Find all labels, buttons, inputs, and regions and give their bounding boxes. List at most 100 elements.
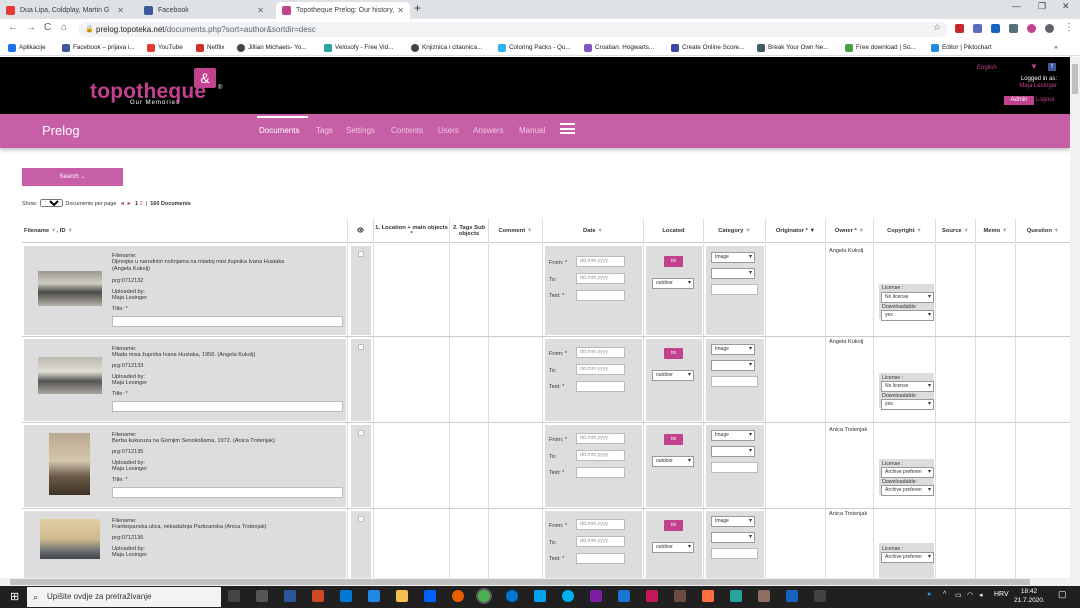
located-no-button[interactable]: no [664, 520, 683, 531]
located-select[interactable]: outdoor [652, 542, 694, 553]
horizontal-scroll-thumb[interactable] [10, 579, 1030, 585]
nav-tags[interactable]: Tags [316, 126, 333, 135]
nav-contents[interactable]: Contents [391, 126, 423, 135]
close-window-icon[interactable]: ✕ [1062, 1, 1070, 12]
date-text-input[interactable] [576, 553, 625, 564]
col-question[interactable]: Question ▼ [1016, 219, 1070, 243]
col-located[interactable]: Located [644, 219, 704, 243]
date-to-input[interactable]: dd.mm.yyyy [576, 536, 625, 547]
nav-manual[interactable]: Manual [519, 126, 545, 135]
tab-facebook[interactable]: Facebook ✕ [138, 2, 270, 19]
bookmark-youtube[interactable]: YouTube [147, 42, 183, 53]
bookmark-free-download[interactable]: Free download | So... [845, 42, 916, 53]
located-no-button[interactable]: no [664, 348, 683, 359]
taskbar-search-input[interactable]: ⌕ Upišite ovdje za pretraživanje [27, 587, 221, 607]
date-to-input[interactable]: dd.mm.yyyy [576, 364, 625, 375]
puzzle-icon[interactable] [1009, 24, 1018, 33]
bookmark-velosofy[interactable]: Velosofy - Free Vid... [324, 42, 393, 53]
app-icon[interactable] [256, 590, 268, 602]
bookmark-score[interactable]: Create Online Score... [671, 42, 744, 53]
powerpoint-icon[interactable] [312, 590, 324, 602]
bookmark-netflix[interactable]: Netflix [196, 42, 225, 53]
firefox-icon[interactable] [452, 590, 464, 602]
edge-icon[interactable] [506, 590, 518, 602]
bookmark-facebook[interactable]: Facebook – prijava i... [62, 42, 135, 53]
wifi-icon[interactable]: ◠ [967, 591, 973, 599]
help-icon[interactable]: ● [927, 591, 931, 598]
document-thumbnail[interactable] [38, 357, 102, 394]
close-tab-icon[interactable]: ✕ [397, 2, 404, 19]
skype-icon[interactable] [562, 590, 574, 602]
close-tab-icon[interactable]: ✕ [117, 2, 124, 19]
col-comment[interactable]: Comment ▼ [489, 219, 543, 243]
app-icon[interactable] [618, 590, 630, 602]
date-text-input[interactable] [576, 381, 625, 392]
bookmark-knjiznica[interactable]: Knjiznica i citaonica... [411, 42, 482, 53]
task-view-icon[interactable] [228, 590, 240, 602]
col-copyright[interactable]: Copyright ▼ [874, 219, 936, 243]
located-select[interactable]: outdoor [652, 370, 694, 381]
bookmark-star-icon[interactable]: ☆ [933, 22, 941, 33]
bookmark-croatian[interactable]: Croatian: Hogwarts... [584, 42, 654, 53]
dropbox-icon[interactable] [424, 590, 436, 602]
extension-icon[interactable] [955, 24, 964, 33]
facebook-icon[interactable]: f [1048, 63, 1056, 71]
license-select[interactable]: No license [881, 381, 934, 392]
bookmark-break[interactable]: Break Your Own Ne... [757, 42, 829, 53]
col-filename[interactable]: Filename ▼, ID ▼ [22, 219, 348, 243]
date-from-input[interactable]: dd.mm.yyyy [576, 519, 625, 530]
document-thumbnail[interactable] [38, 271, 102, 306]
date-from-input[interactable]: dd.mm.yyyy [576, 256, 625, 267]
category-text-input[interactable] [711, 548, 758, 559]
store-icon[interactable] [534, 590, 546, 602]
profile-avatar-icon[interactable] [1045, 24, 1054, 33]
date-from-input[interactable]: dd.mm.yyyy [576, 433, 625, 444]
col-memo[interactable]: Memo ▼ [976, 219, 1016, 243]
app-icon[interactable] [674, 590, 686, 602]
per-page-select[interactable]: 100 [39, 199, 63, 207]
prev-page-icon[interactable]: ◄ [119, 201, 124, 207]
bookmark-jillian[interactable]: Jillian Michaels- Yo... [237, 42, 306, 53]
located-no-button[interactable]: no [664, 256, 683, 267]
app-icon[interactable] [814, 590, 826, 602]
subcategory-select[interactable] [711, 360, 755, 371]
extension-icon[interactable] [973, 24, 982, 33]
category-select[interactable]: Image [711, 516, 755, 527]
app-icon[interactable] [590, 590, 602, 602]
tray-expand-icon[interactable]: ^ [943, 591, 946, 598]
word-icon[interactable] [284, 590, 296, 602]
app-icon[interactable] [730, 590, 742, 602]
new-tab-icon[interactable]: + [414, 1, 421, 15]
next-page-icon[interactable]: ► [126, 201, 131, 207]
col-category[interactable]: Category ▼ [704, 219, 766, 243]
home-icon[interactable]: ⌂ [61, 22, 67, 33]
date-from-input[interactable]: dd.mm.yyyy [576, 347, 625, 358]
back-icon[interactable]: ← [8, 22, 18, 33]
tab-topotheque[interactable]: Topotheque Prelog: Our history, ✕ [276, 2, 410, 19]
col-location[interactable]: 1. Location + main objects * [374, 219, 450, 243]
search-button[interactable]: Search ⌄ [22, 168, 123, 186]
minimize-icon[interactable]: — [1012, 1, 1021, 11]
hamburger-menu-icon[interactable] [560, 123, 575, 134]
located-select[interactable]: outdoor [652, 456, 694, 467]
nav-answers[interactable]: Answers [473, 126, 504, 135]
clock[interactable]: 18:42 21.7.2020. [1014, 587, 1045, 605]
bookmark-apps[interactable]: Aplikacije [8, 42, 46, 53]
col-owner[interactable]: Owner * ▼ [826, 219, 874, 243]
reload-icon[interactable]: C [44, 22, 51, 33]
nav-documents[interactable]: Documents [259, 126, 299, 135]
language-link[interactable]: English [977, 65, 997, 71]
subcategory-select[interactable] [711, 532, 755, 543]
volume-icon[interactable]: ◂ [979, 591, 983, 599]
mail-icon[interactable] [368, 590, 380, 602]
bookmark-piktochart[interactable]: Editor | Piktochart [931, 42, 992, 53]
app-icon[interactable] [702, 590, 714, 602]
subcategory-select[interactable] [711, 268, 755, 279]
title-input[interactable] [112, 487, 343, 498]
nav-users[interactable]: Users [438, 126, 459, 135]
category-text-input[interactable] [711, 284, 758, 295]
date-text-input[interactable] [576, 290, 625, 301]
file-explorer-icon[interactable] [396, 590, 408, 602]
category-select[interactable]: Image [711, 430, 755, 441]
license-select[interactable]: Archive preferen [881, 467, 934, 478]
